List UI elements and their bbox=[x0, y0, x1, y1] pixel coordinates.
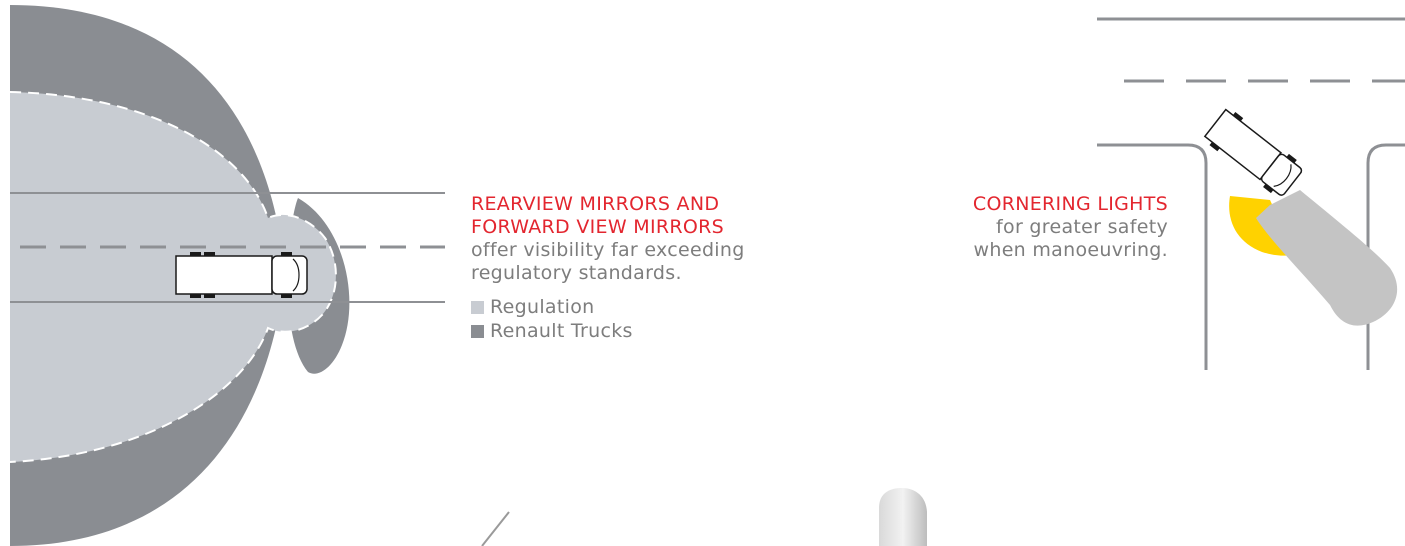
truck-top-view-icon bbox=[175, 252, 308, 298]
legend-label-regulation: Regulation bbox=[490, 296, 595, 318]
regulation-swatch bbox=[471, 300, 484, 314]
mirrors-desc-line-2: regulatory standards. bbox=[471, 262, 682, 284]
mirrors-desc-line-1: offer visibility far exceeding bbox=[471, 239, 745, 261]
legend: Regulation Renault Trucks bbox=[471, 295, 791, 343]
legend-item-renault-trucks: Renault Trucks bbox=[471, 319, 791, 343]
mirrors-title-line-1: REARVIEW MIRRORS AND bbox=[471, 193, 720, 215]
renault-trucks-swatch bbox=[471, 324, 484, 338]
mirrors-info-block: REARVIEW MIRRORS AND FORWARD VIEW MIRROR… bbox=[471, 193, 791, 343]
mirror-visibility-diagram bbox=[10, 5, 445, 546]
headlight-beam bbox=[1256, 190, 1398, 326]
bottom-bulb-decoration bbox=[879, 488, 927, 546]
cornering-desc-line-1: for greater safety bbox=[996, 216, 1168, 238]
mirrors-title-line-2: FORWARD VIEW MIRRORS bbox=[471, 216, 724, 238]
cornering-title: CORNERING LIGHTS bbox=[972, 193, 1168, 215]
legend-label-renault-trucks: Renault Trucks bbox=[490, 320, 633, 342]
bottom-stroke-decoration bbox=[481, 511, 510, 546]
cornering-info-block: CORNERING LIGHTS for greater safety when… bbox=[888, 193, 1168, 262]
legend-item-regulation: Regulation bbox=[471, 295, 791, 319]
cornering-desc-line-2: when manoeuvring. bbox=[973, 239, 1168, 261]
turning-truck-icon bbox=[1203, 108, 1303, 196]
